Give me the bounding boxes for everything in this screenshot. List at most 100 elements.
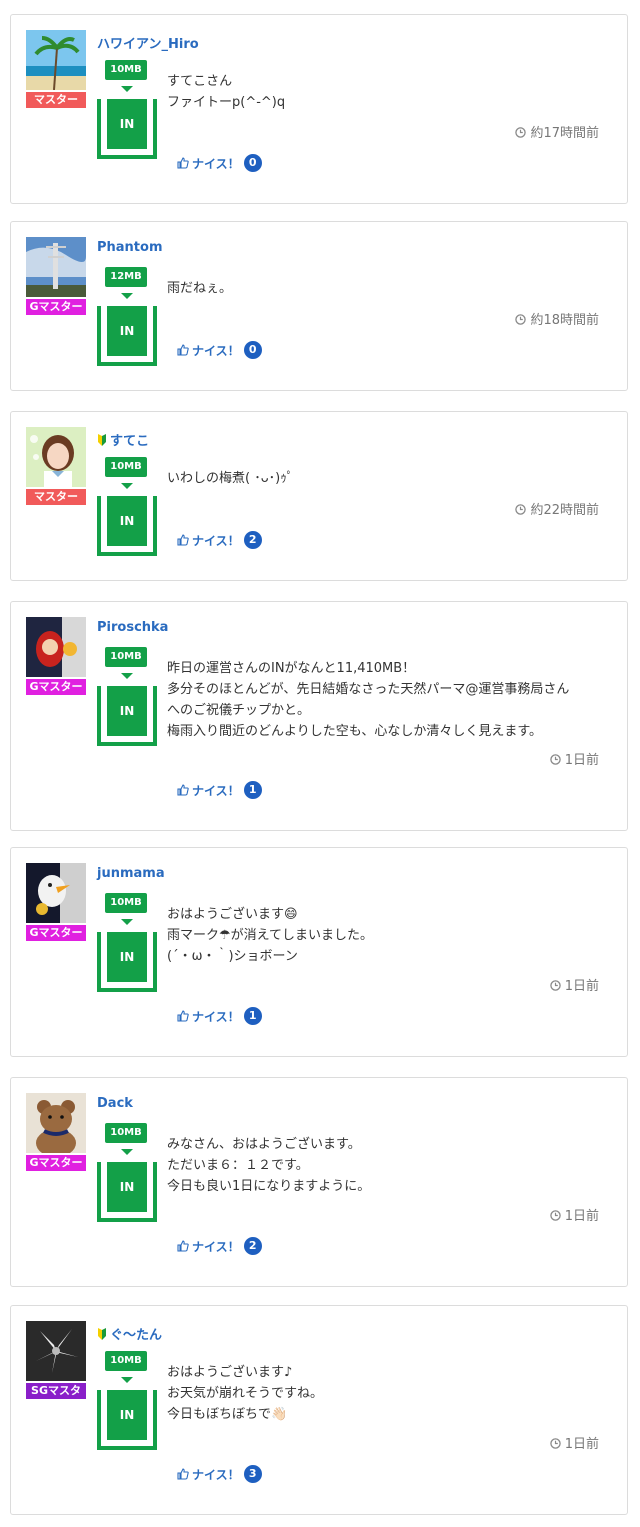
in-button[interactable]: IN	[97, 686, 157, 746]
post-message: 昨日の運営さんのINがなんと11,410MB！ 多分そのほとんどが、先日結婚なさ…	[167, 658, 607, 742]
post-message: 雨だねぇ。	[167, 278, 607, 299]
time-text: 約17時間前	[530, 126, 599, 141]
post-time: 約22時間前	[515, 499, 599, 518]
username-link[interactable]: junmama	[97, 866, 165, 881]
message-line: すてこさん	[167, 74, 233, 89]
clock-icon	[549, 754, 561, 765]
data-mb-badge: 10MB	[105, 647, 147, 667]
nice-button[interactable]: ナイス！ 1	[177, 781, 262, 799]
post-card: Gマスター Phantom 12MB IN 雨だねぇ。 約18時間前 ナイス！ …	[10, 221, 628, 391]
down-arrow-icon	[121, 86, 133, 92]
post-time: 1日前	[549, 1205, 599, 1224]
username-text: Dack	[97, 1096, 133, 1111]
in-button[interactable]: IN	[97, 306, 157, 366]
lily-avatar[interactable]	[26, 1321, 86, 1381]
in-button[interactable]: IN	[97, 1390, 157, 1450]
message-line: へのご祝儀チップかと。	[167, 703, 311, 718]
thumbs-up-icon	[177, 1010, 189, 1022]
message-line: 今日もぼちぼちで👋🏻	[167, 1407, 288, 1422]
doll-avatar[interactable]	[26, 617, 86, 677]
tower-avatar[interactable]	[26, 237, 86, 297]
nice-button[interactable]: ナイス！ 0	[177, 154, 262, 172]
nice-count-badge: 2	[243, 1237, 262, 1255]
data-mb-badge: 10MB	[105, 1123, 147, 1143]
username-link[interactable]: ハワイアン_Hiro	[97, 33, 199, 52]
message-line: (´・ω・｀)ショボーン	[167, 949, 298, 964]
nice-button[interactable]: ナイス！ 0	[177, 341, 262, 359]
clock-icon	[515, 314, 527, 325]
time-text: 1日前	[564, 753, 599, 768]
message-line: 雨だねぇ。	[167, 281, 233, 296]
message-line: ファイトーp(^-^)q	[167, 95, 286, 110]
nice-button[interactable]: ナイス！ 3	[177, 1465, 262, 1483]
rank-badge: Gマスター	[26, 679, 86, 695]
nice-count-badge: 1	[243, 781, 262, 799]
username-text: すてこ	[110, 434, 150, 449]
nice-label: ナイス！	[192, 1467, 240, 1482]
nice-count-badge: 3	[243, 1465, 262, 1483]
nice-count-badge: 1	[243, 1007, 262, 1025]
nice-button[interactable]: ナイス！ 2	[177, 531, 262, 549]
in-label: IN	[107, 306, 147, 356]
time-text: 1日前	[564, 1437, 599, 1452]
rank-badge: Gマスター	[26, 299, 86, 315]
down-arrow-icon	[121, 1377, 133, 1383]
message-line: 雨マーク☂が消えてしまいました。	[167, 928, 374, 943]
in-button[interactable]: IN	[97, 932, 157, 992]
username-link[interactable]: すてこ	[97, 430, 149, 449]
in-button[interactable]: IN	[97, 99, 157, 159]
post-message: おはようございます😄 雨マーク☂が消えてしまいました。 (´・ω・｀)ショボーン	[167, 904, 607, 967]
nice-label: ナイス！	[192, 156, 240, 171]
in-button[interactable]: IN	[97, 1162, 157, 1222]
username-link[interactable]: Piroschka	[97, 620, 168, 635]
message-line: いわしの梅煮( ･ᴗ･)ｩﾟ	[167, 471, 294, 486]
in-button[interactable]: IN	[97, 496, 157, 556]
post-card: Gマスター junmama 10MB IN おはようございます😄 雨マーク☂が消…	[10, 847, 628, 1057]
data-mb-badge: 10MB	[105, 893, 147, 913]
message-line: お天気が崩れそうですね。	[167, 1386, 324, 1401]
message-line: 多分そのほとんどが、先日結婚なさった天然パーマ@運営事務局さん	[167, 682, 570, 697]
username-link[interactable]: Dack	[97, 1096, 133, 1111]
nice-button[interactable]: ナイス！ 1	[177, 1007, 262, 1025]
beginner-mark-icon	[98, 1328, 106, 1340]
post-card: SGマスタ ぐ〜たん 10MB IN おはようございます♪ お天気が崩れそうです…	[10, 1305, 628, 1515]
nice-count-badge: 0	[243, 154, 262, 172]
data-mb-badge: 12MB	[105, 267, 147, 287]
post-time: 1日前	[549, 749, 599, 768]
message-line: おはようございます♪	[167, 1365, 293, 1380]
data-mb-badge: 10MB	[105, 60, 147, 80]
down-arrow-icon	[121, 293, 133, 299]
nice-label: ナイス！	[192, 343, 240, 358]
post-message: すてこさん ファイトーp(^-^)q	[167, 71, 607, 113]
time-text: 約22時間前	[530, 503, 599, 518]
down-arrow-icon	[121, 483, 133, 489]
clock-icon	[549, 1438, 561, 1449]
girl-avatar[interactable]	[26, 427, 86, 487]
beach-avatar[interactable]	[26, 30, 86, 90]
post-message: おはようございます♪ お天気が崩れそうですね。 今日もぼちぼちで👋🏻	[167, 1362, 607, 1425]
nice-label: ナイス！	[192, 533, 240, 548]
in-label: IN	[107, 496, 147, 546]
nice-count-badge: 2	[243, 531, 262, 549]
in-label: IN	[107, 1390, 147, 1440]
username-link[interactable]: Phantom	[97, 240, 163, 255]
rank-badge: Gマスター	[26, 1155, 86, 1171]
data-mb-badge: 10MB	[105, 457, 147, 477]
clock-icon	[549, 980, 561, 991]
down-arrow-icon	[121, 919, 133, 925]
message-line: ただいま６：１２です。	[167, 1158, 309, 1173]
bird-avatar[interactable]	[26, 863, 86, 923]
message-line: 今日も良い1日になりますように。	[167, 1179, 371, 1194]
thumbs-up-icon	[177, 344, 189, 356]
thumbs-up-icon	[177, 1468, 189, 1480]
post-message: いわしの梅煮( ･ᴗ･)ｩﾟ	[167, 468, 607, 489]
thumbs-up-icon	[177, 157, 189, 169]
username-link[interactable]: ぐ〜たん	[97, 1324, 162, 1343]
clock-icon	[515, 504, 527, 515]
down-arrow-icon	[121, 1149, 133, 1155]
nice-button[interactable]: ナイス！ 2	[177, 1237, 262, 1255]
teddy-avatar[interactable]	[26, 1093, 86, 1153]
username-text: ハワイアン_Hiro	[97, 37, 199, 52]
message-line: 梅雨入り間近のどんよりした空も、心なしか清々しく見えます。	[167, 724, 543, 739]
nice-label: ナイス！	[192, 1009, 240, 1024]
